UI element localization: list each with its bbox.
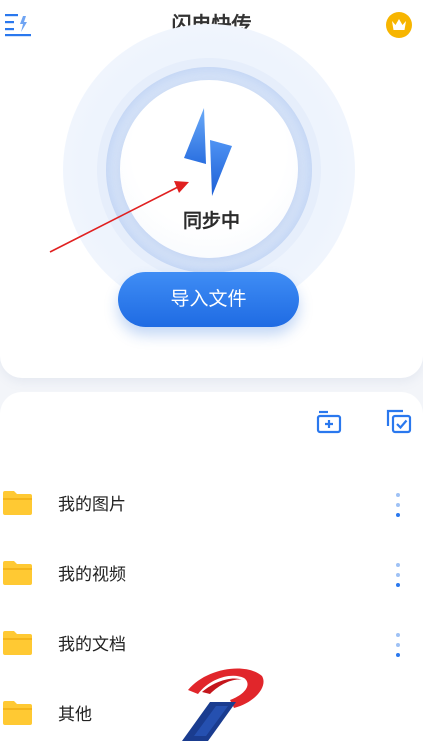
folder-name: 我的图片	[58, 495, 126, 515]
more-vertical-icon[interactable]	[390, 491, 406, 519]
folder-icon	[3, 491, 32, 515]
folder-row-videos[interactable]: 我的视频	[0, 551, 423, 599]
sync-panel: 闪电快传 同步中 导入文件	[0, 0, 423, 378]
folder-row-other[interactable]: 其他	[0, 691, 423, 739]
folder-name: 我的文档	[58, 635, 126, 655]
folder-icon	[3, 701, 32, 725]
new-folder-icon[interactable]	[316, 408, 342, 434]
more-vertical-icon[interactable]	[390, 561, 406, 589]
sync-status-text: 同步中	[182, 210, 240, 232]
multi-select-icon[interactable]	[386, 408, 412, 434]
folder-row-documents[interactable]: 我的文档	[0, 621, 423, 669]
folder-icon	[3, 631, 32, 655]
folder-row-images[interactable]: 我的图片	[0, 481, 423, 529]
file-panel: 我的图片 我的视频 我的文档 其他	[0, 392, 423, 752]
folder-icon	[3, 561, 32, 585]
more-vertical-icon[interactable]	[390, 631, 406, 659]
folder-name: 其他	[58, 705, 92, 725]
folder-name: 我的视频	[58, 565, 126, 585]
import-file-button[interactable]: 导入文件	[118, 272, 299, 327]
lightning-bolt-icon	[178, 106, 238, 200]
crown-icon[interactable]	[386, 12, 412, 38]
